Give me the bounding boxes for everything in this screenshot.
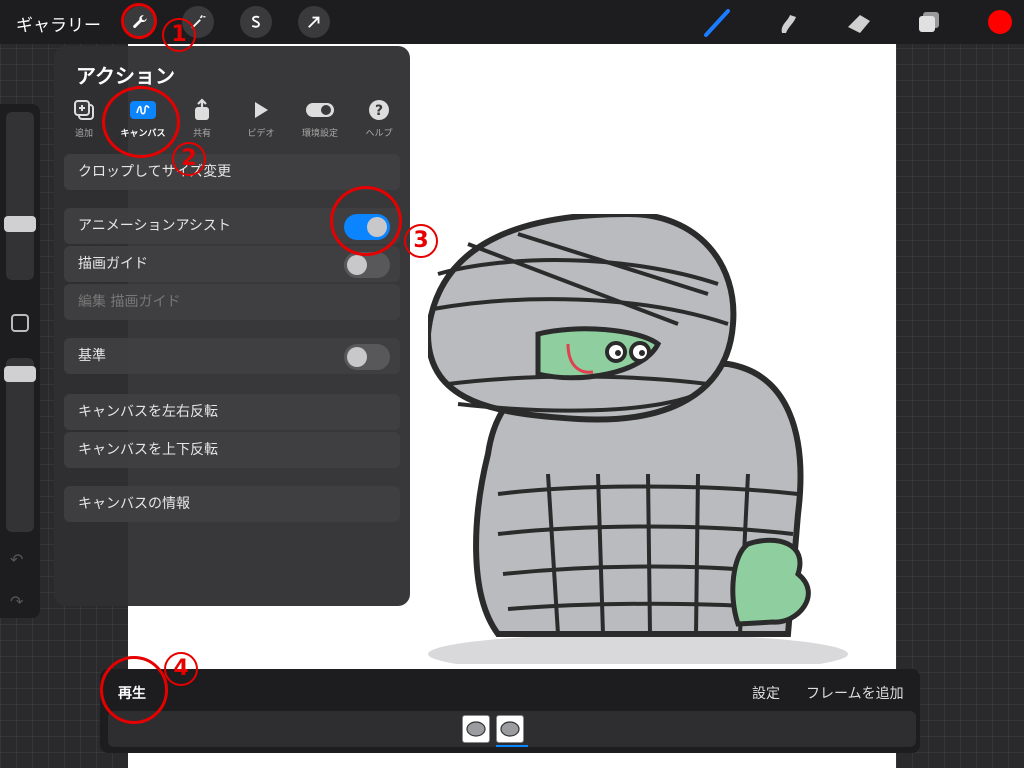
- share-icon: [195, 98, 209, 120]
- help-icon: ?: [369, 100, 389, 120]
- annotation-number-1: 1: [162, 14, 196, 52]
- frames-strip: [108, 711, 916, 747]
- layers-button[interactable]: [914, 7, 944, 37]
- tab-video[interactable]: ビデオ: [231, 98, 291, 139]
- brush-size-slider[interactable]: [6, 112, 34, 280]
- tab-share[interactable]: 共有: [172, 98, 232, 139]
- mummy-thumbnail-icon: [500, 721, 520, 737]
- tab-preferences[interactable]: 環境設定: [290, 98, 350, 139]
- animation-timeline: 再生 設定 フレームを追加: [100, 669, 920, 753]
- annotation-circle-3: [330, 186, 402, 256]
- selection-button[interactable]: [240, 6, 272, 38]
- annotation-circle-1: [121, 3, 157, 39]
- mummy-thumbnail-icon: [466, 721, 486, 737]
- selection-s-icon: [251, 15, 260, 28]
- svg-text:?: ?: [375, 103, 383, 119]
- edit-drawing-guide-row: 編集 描画ガイド: [64, 284, 400, 320]
- left-sidebar: ↶ ↷: [0, 104, 40, 618]
- frame-thumbnail[interactable]: [496, 715, 524, 743]
- annotation-number-3: 3: [404, 220, 438, 258]
- flip-horizontal-row[interactable]: キャンバスを左右反転: [64, 394, 400, 430]
- add-icon: [74, 100, 94, 120]
- tab-help[interactable]: ? ヘルプ: [349, 98, 409, 139]
- arrow-cursor-icon: [308, 16, 320, 28]
- opacity-slider[interactable]: [6, 358, 34, 532]
- brush-icon: [704, 9, 730, 37]
- panel-title: アクション: [76, 64, 175, 88]
- flip-vertical-row[interactable]: キャンバスを上下反転: [64, 432, 400, 468]
- reference-row: 基準: [64, 338, 400, 374]
- canvas-info-row[interactable]: キャンバスの情報: [64, 486, 400, 522]
- current-frame-indicator: [496, 745, 528, 747]
- toggle-icon: [306, 103, 334, 117]
- timeline-settings-button[interactable]: 設定: [752, 683, 780, 703]
- crop-resize-row[interactable]: クロップしてサイズ変更: [64, 154, 400, 190]
- video-icon: [255, 102, 268, 118]
- smudge-icon: [781, 15, 796, 33]
- annotation-circle-2: [102, 86, 180, 158]
- brush-size-knob[interactable]: [4, 216, 36, 232]
- add-frame-button[interactable]: フレームを追加: [806, 683, 904, 703]
- mummy-artwork: [428, 214, 848, 664]
- annotation-number-2: 2: [172, 138, 206, 176]
- annotation-circle-4: [100, 656, 168, 724]
- reference-toggle[interactable]: [344, 344, 390, 370]
- layers-icon: [919, 12, 939, 32]
- frame-thumbnail[interactable]: [462, 715, 490, 743]
- undo-icon[interactable]: ↶: [10, 550, 23, 569]
- annotation-number-4: 4: [164, 648, 198, 686]
- redo-icon[interactable]: ↷: [10, 592, 23, 611]
- brush-tool[interactable]: [702, 7, 732, 37]
- eraser-icon: [848, 15, 870, 33]
- gallery-button[interactable]: ギャラリー: [16, 11, 101, 36]
- transform-button[interactable]: [298, 6, 330, 38]
- opacity-knob[interactable]: [4, 366, 36, 382]
- eyedropper-button[interactable]: [11, 314, 29, 332]
- smudge-tool[interactable]: [774, 7, 804, 37]
- color-picker-button[interactable]: [986, 8, 1014, 36]
- eraser-tool[interactable]: [844, 7, 874, 37]
